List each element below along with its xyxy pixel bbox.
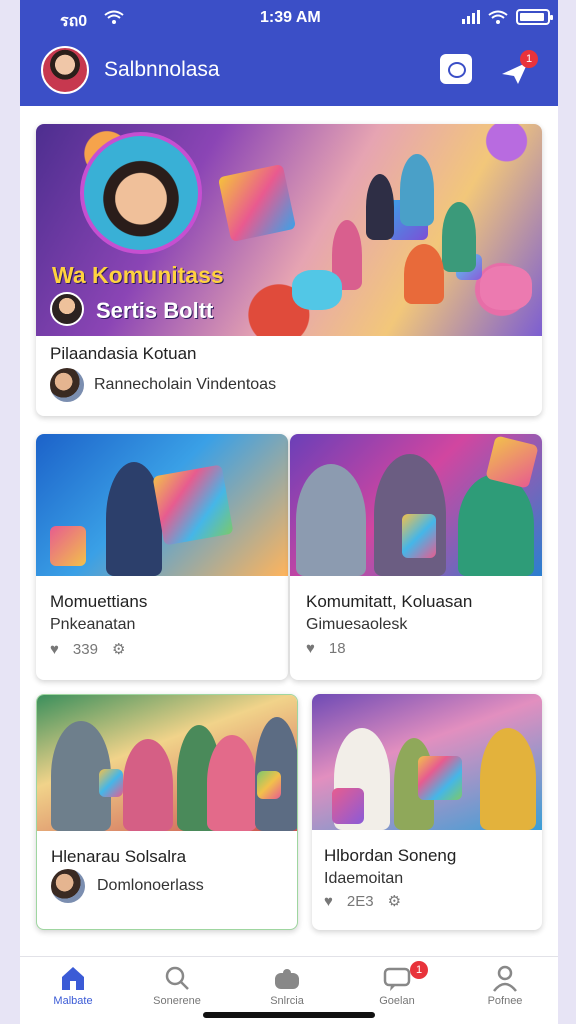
chat-badge: 1 <box>410 961 428 979</box>
wifi-icon <box>488 10 508 24</box>
nav-label: Malbate <box>53 995 93 1007</box>
card-subtitle: Gimuesaolesk <box>306 616 408 633</box>
card-subtitle: Idaemoitan <box>324 870 404 887</box>
nav-label: Snlrcia <box>270 995 304 1007</box>
hero-avatar <box>50 292 84 326</box>
page-title: Salbnnolasa <box>104 58 220 81</box>
card-title: Momuettians <box>50 592 148 611</box>
home-icon <box>62 967 84 990</box>
community-card[interactable]: Hlbordan Soneng Idaemoitan ♥ 2E3 ⚙ <box>312 694 542 930</box>
home-indicator[interactable] <box>203 1012 375 1018</box>
community-card[interactable]: Komumitatt, Koluasan Gimuesaolesk ♥ 18 <box>290 434 542 680</box>
battery-icon <box>516 9 553 25</box>
nav-label: Pofnee <box>487 995 523 1007</box>
nav-home[interactable]: Malbate <box>28 963 118 1007</box>
hero-caption-subtitle: Sertis Boltt <box>96 298 214 323</box>
user-avatar[interactable] <box>41 46 89 94</box>
heart-icon[interactable]: ♥ <box>50 641 59 658</box>
send-button[interactable]: 1 <box>500 50 538 86</box>
signal-icon <box>462 10 480 24</box>
card-title: Hlbordan Soneng <box>324 846 457 865</box>
store-icon <box>275 969 299 989</box>
community-card[interactable]: Momuettians Pnkeanatan ♥ 339 ⚙ <box>36 434 288 680</box>
profile-icon <box>493 965 517 992</box>
card-image <box>290 434 542 576</box>
featured-title: Pilaandasia Kotuan <box>50 344 197 363</box>
comment-icon[interactable]: ⚙ <box>388 892 401 910</box>
app-header: รถ0 1:39 AM Salbnnolasa 1 <box>20 0 558 106</box>
notification-badge: 1 <box>520 50 538 68</box>
like-count: 18 <box>328 640 346 657</box>
author-avatar <box>50 368 84 402</box>
featured-subtitle: Rannecholain Vindentoas <box>94 376 277 393</box>
community-card[interactable]: Hlenarau Solsalra Domlonoerlass <box>36 694 298 930</box>
heart-icon[interactable]: ♥ <box>324 893 333 910</box>
like-count: 339 <box>72 640 98 658</box>
message-button[interactable] <box>440 54 472 84</box>
nav-search[interactable]: Sonerene <box>132 963 222 1007</box>
hero-caption-title: Wa Komunitass <box>52 262 224 288</box>
wifi-icon <box>104 10 124 24</box>
card-title: Hlenarau Solsalra <box>51 847 187 866</box>
nav-store[interactable]: Snlrcia <box>242 963 332 1007</box>
nav-label: Sonerene <box>153 995 201 1007</box>
like-count: 2E3 <box>346 892 374 910</box>
featured-image: Wa Komunitass Sertis Boltt <box>36 124 542 336</box>
card-image <box>37 695 297 831</box>
status-bar: รถ0 1:39 AM <box>20 0 558 36</box>
heart-icon[interactable]: ♥ <box>306 640 315 657</box>
feed: Wa Komunitass Sertis Boltt Pilaandasia K… <box>20 106 558 956</box>
author-avatar <box>51 869 85 903</box>
chat-icon <box>383 967 411 991</box>
featured-card[interactable]: Wa Komunitass Sertis Boltt Pilaandasia K… <box>36 124 542 416</box>
nav-label: Goelan <box>379 995 415 1007</box>
card-image <box>312 694 542 830</box>
card-subtitle: Domlonoerlass <box>97 877 204 894</box>
card-image <box>36 434 288 576</box>
app-screen: รถ0 1:39 AM Salbnnolasa 1 Wa Komunitass … <box>20 0 558 1024</box>
search-icon <box>165 966 189 990</box>
carrier-label: รถ0 <box>60 13 88 30</box>
card-subtitle: Pnkeanatan <box>50 616 136 633</box>
status-time: 1:39 AM <box>260 9 321 26</box>
status-indicators <box>462 9 553 25</box>
card-title: Komumitatt, Koluasan <box>306 592 473 611</box>
nav-profile[interactable]: Pofnee <box>460 963 550 1007</box>
comment-icon[interactable]: ⚙ <box>112 640 125 658</box>
nav-chat[interactable]: 1 Goelan <box>352 961 442 1007</box>
hero-portrait <box>80 132 202 254</box>
